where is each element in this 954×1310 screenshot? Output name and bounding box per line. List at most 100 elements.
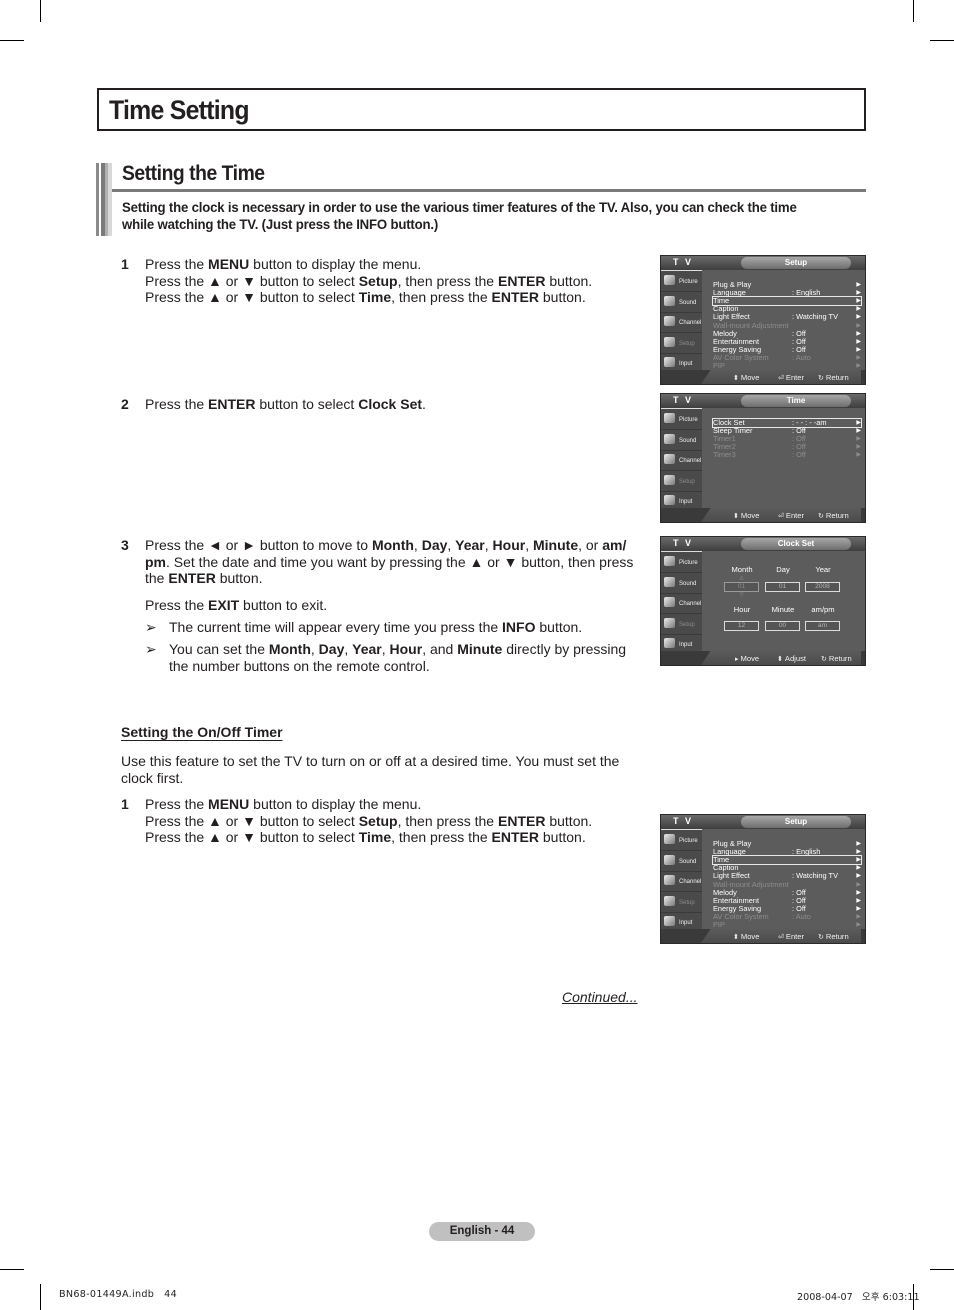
clock-field-hour[interactable]: 12 — [724, 621, 759, 631]
osd-sidebar-item-sound[interactable]: Sound — [661, 574, 702, 594]
osd-sidebar-item-sound[interactable]: Sound — [661, 293, 702, 313]
step-text: Press the MENU button to display the men… — [145, 796, 592, 846]
text-run: . Set the date and time you want by pres… — [166, 553, 634, 570]
chevron-right-icon: ▶ — [856, 881, 861, 888]
text-run: button to select — [255, 396, 359, 412]
osd-sidebar-item-setup[interactable]: Setup — [661, 472, 702, 492]
osd-sidebar-item-sound[interactable]: Sound — [661, 431, 702, 451]
picture-icon — [664, 556, 675, 566]
osd-sidebar-item-picture[interactable]: Picture — [661, 410, 702, 430]
chevron-right-icon: ▶ — [856, 346, 861, 353]
chevron-right-icon: ▶ — [856, 913, 861, 920]
text-run: You can set the — [169, 641, 269, 657]
clock-field-day[interactable]: 01 — [765, 582, 800, 592]
text-run: the number buttons on the remote control… — [169, 657, 430, 674]
step-text: Press the MENU button to display the men… — [145, 256, 592, 306]
osd-sidebar-item-picture[interactable]: Picture — [661, 831, 702, 851]
text-line: Press the ▲ or ▼ button to select Setup,… — [145, 813, 592, 830]
osd-hint-label: Adjust — [784, 654, 806, 663]
text-run: button. — [545, 272, 593, 289]
bold-term: ENTER — [168, 570, 216, 587]
text-line: You can set the Month, Day, Year, Hour, … — [169, 641, 626, 658]
text-run: , — [381, 641, 390, 657]
text-line: Press the ▲ or ▼ button to select Time, … — [145, 289, 592, 306]
osd-menu-row: Timer3: Off ▶ — [713, 451, 861, 459]
note-text: You can set the Month, Day, Year, Hour, … — [169, 641, 626, 674]
step-text: Press the ENTER button to select Clock S… — [145, 396, 426, 413]
osd-sidebar-item-channel[interactable]: Channel — [661, 313, 702, 333]
chevron-right-icon: ▶ — [856, 889, 861, 896]
text-run: . — [422, 396, 426, 412]
chevron-right-icon: ▶ — [856, 452, 861, 459]
bold-term: pm — [145, 553, 166, 570]
bold-term: Day — [318, 641, 345, 657]
text-run: , or — [578, 537, 603, 553]
step-number: 1 — [121, 796, 129, 812]
down-arrow-icon: ▽ — [739, 592, 744, 598]
return-icon: ↻ — [818, 513, 824, 520]
osd-header: T V Setup — [661, 815, 865, 829]
setup-icon — [664, 895, 675, 906]
osd-hint-label: Enter — [785, 932, 805, 941]
clock-field-month[interactable]: 01 — [724, 582, 759, 592]
osd-footer: ⬍ Move ⏎ Enter ↻ Return — [661, 929, 865, 943]
osd-header: T V Time — [661, 394, 865, 408]
osd-sidebar-label: Input — [679, 499, 693, 505]
text-run: button. — [535, 619, 583, 635]
text-run: , then press the — [391, 829, 492, 846]
intro-line: Setting the clock is necessary in order … — [122, 200, 797, 216]
crop-mark — [40, 0, 41, 22]
osd-hint-label: Return — [825, 932, 849, 941]
osd-sidebar-item-setup[interactable]: Setup — [661, 334, 702, 354]
chevron-right-icon: ▶ — [856, 338, 861, 345]
osd-sidebar-item-picture[interactable]: Picture — [661, 553, 702, 573]
osd-sidebar-label: Input — [679, 642, 693, 648]
crop-mark — [0, 40, 24, 41]
step-number: 2 — [121, 396, 129, 412]
osd-sidebar-item-setup[interactable]: Setup — [661, 615, 702, 635]
section-bar-decoration — [96, 163, 112, 236]
channel-icon — [664, 454, 675, 464]
bold-term: Year — [455, 537, 485, 553]
clock-field-year[interactable]: 2008 — [805, 582, 840, 592]
setup-icon — [664, 617, 675, 628]
print-date-label: 2008-04-07 오후 6:03:11 — [797, 1292, 920, 1303]
osd-row-value: : Watching TV — [792, 871, 839, 881]
step-number: 3 — [121, 537, 129, 553]
text-run: Press the — [145, 256, 209, 272]
text-line: the number buttons on the remote control… — [169, 658, 626, 675]
osd-sidebar-item-setup[interactable]: Setup — [661, 893, 702, 913]
chevron-right-icon: ▶ — [856, 922, 861, 928]
text-run: Press the ▲ or ▼ button to select — [145, 829, 359, 846]
osd-sidebar-item-channel[interactable]: Channel — [661, 594, 702, 614]
bold-term: Clock Set — [358, 396, 423, 412]
osd-hint-label: Move — [740, 373, 760, 382]
osd-sidebar-label: Picture — [679, 560, 698, 566]
crop-mark — [913, 0, 914, 22]
osd-sidebar-item-channel[interactable]: Channel — [661, 451, 702, 471]
clock-field-minute[interactable]: 00 — [765, 621, 800, 631]
bold-term: Hour — [389, 641, 423, 657]
osd-hint-move: ⬍ Move — [733, 511, 759, 520]
clock-field-ampm[interactable]: am — [805, 621, 840, 631]
osd-sidebar-item-picture[interactable]: Picture — [661, 272, 702, 292]
osd-sidebar-item-sound[interactable]: Sound — [661, 852, 702, 872]
osd-header: T V Setup — [661, 256, 865, 270]
up-arrow-icon: △ — [739, 575, 744, 581]
input-icon — [664, 357, 675, 367]
bold-term: Setup — [358, 812, 398, 829]
sound-icon — [664, 295, 675, 306]
text-run: , — [447, 537, 456, 553]
bold-term: Month — [268, 641, 311, 657]
osd-sidebar: Picture Sound Channel Setup Input — [661, 829, 702, 933]
setup-icon — [664, 336, 675, 347]
osd-content: Clock Set: - - : - -am ▶ Sleep Timer: Off ▶… — [702, 408, 865, 512]
osd-menu-row[interactable]: Language: English ▶ — [713, 289, 861, 297]
osd-tv-label: T V — [673, 395, 694, 405]
intro-text: Setting the clock is necessary in order … — [122, 200, 810, 234]
osd-menu-tab: Clock Set — [741, 538, 851, 550]
text-run: Press the ▲ or ▼ button to select — [145, 812, 359, 829]
clock-field-label: Minute — [771, 605, 795, 614]
osd-menu-row[interactable]: Language: English ▶ — [713, 848, 861, 856]
osd-sidebar-item-channel[interactable]: Channel — [661, 872, 702, 892]
